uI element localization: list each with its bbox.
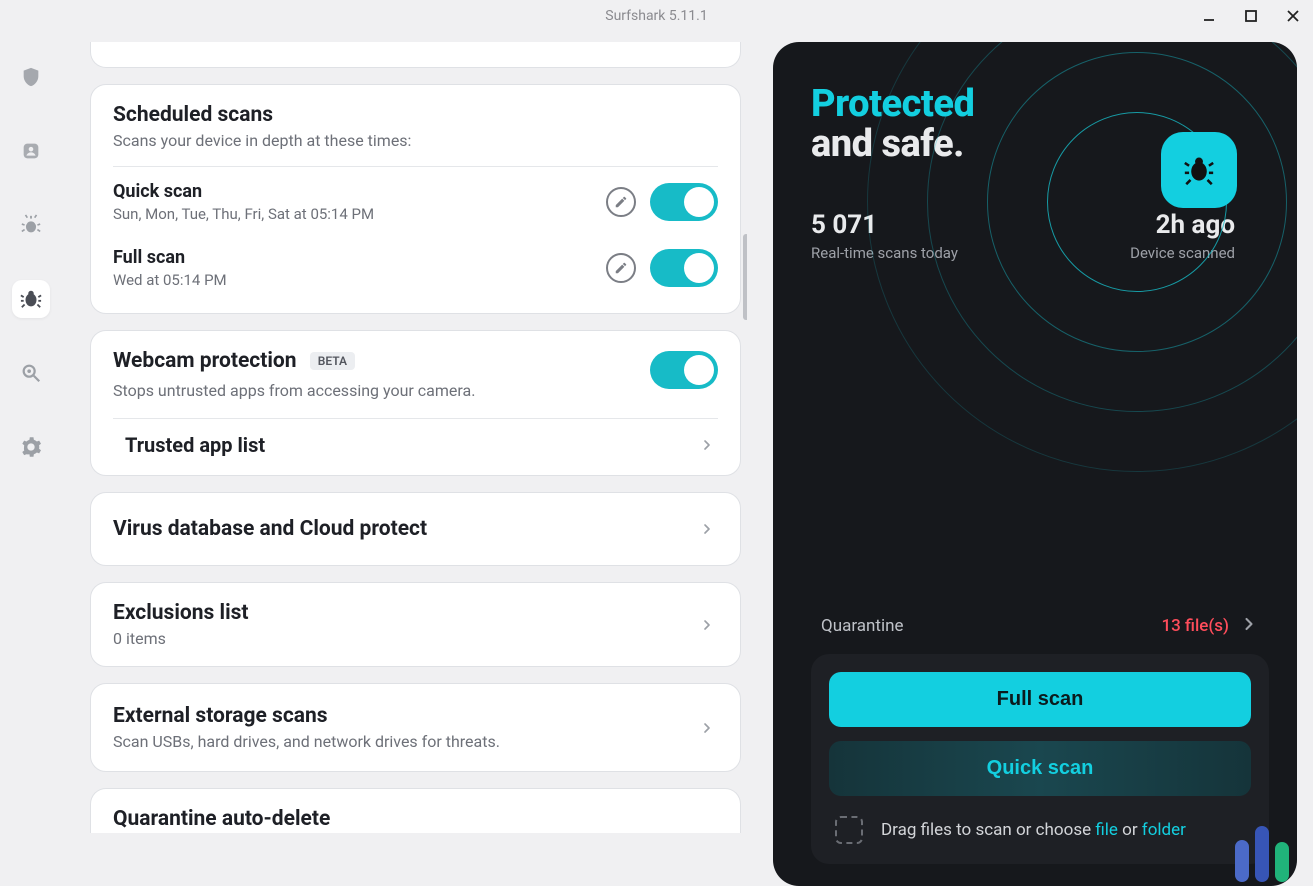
edit-quick-scan-button[interactable] <box>606 187 636 217</box>
quarantine-auto-delete-title: Quarantine auto-delete <box>113 807 330 831</box>
external-subtitle: Scan USBs, hard drives, and network driv… <box>113 732 500 751</box>
stat-scans-today: 5 071 Real-time scans today <box>811 210 958 262</box>
scans-today-value: 5 071 <box>811 210 958 240</box>
chevron-right-icon <box>1239 614 1259 638</box>
row-quick-scan: Quick scan Sun, Mon, Tue, Thu, Fri, Sat … <box>113 167 718 225</box>
chevron-right-icon <box>696 434 718 456</box>
trusted-app-label: Trusted app list <box>125 433 265 457</box>
scans-today-label: Real-time scans today <box>811 244 958 262</box>
full-scan-title: Full scan <box>113 247 592 268</box>
full-scan-toggle[interactable] <box>650 249 718 287</box>
pencil-icon <box>614 195 628 209</box>
card-external-storage[interactable]: External storage scans Scan USBs, hard d… <box>90 683 741 772</box>
full-scan-button[interactable]: Full scan <box>829 672 1251 727</box>
card-virus-database[interactable]: Virus database and Cloud protect <box>90 492 741 566</box>
choose-folder-link[interactable]: folder <box>1142 820 1186 840</box>
card-quarantine-auto-delete[interactable]: Quarantine auto-delete <box>90 788 741 833</box>
minimize-button[interactable] <box>1195 2 1223 30</box>
stats-row: 5 071 Real-time scans today 2h ago Devic… <box>811 210 1269 262</box>
webcam-toggle[interactable] <box>650 351 718 389</box>
quick-scan-schedule: Sun, Mon, Tue, Thu, Fri, Sat at 05:14 PM <box>113 205 592 223</box>
decorative-bars <box>1235 826 1289 882</box>
last-scan-label: Device scanned <box>1130 244 1235 262</box>
chevron-right-icon <box>696 717 718 739</box>
pencil-icon <box>614 261 628 275</box>
settings-column: Scheduled scans Scans your device in dep… <box>72 42 747 886</box>
shield-icon <box>20 66 42 88</box>
choose-file-link[interactable]: file <box>1095 820 1118 840</box>
scheduled-title: Scheduled scans <box>113 103 718 127</box>
chevron-right-icon <box>696 614 718 636</box>
stat-last-scan: 2h ago Device scanned <box>1130 210 1235 262</box>
alert-bug-icon <box>20 214 42 236</box>
sidebar-item-identity[interactable] <box>12 132 50 170</box>
quick-scan-toggle[interactable] <box>650 183 718 221</box>
bug-icon <box>1182 153 1216 187</box>
quarantine-label: Quarantine <box>821 616 903 636</box>
sidebar-item-alert[interactable] <box>12 206 50 244</box>
quick-scan-title: Quick scan <box>113 181 592 202</box>
status-bug-badge <box>1161 132 1237 208</box>
gear-icon <box>20 436 42 458</box>
scrollbar-thumb[interactable] <box>743 234 747 320</box>
scheduled-subtitle: Scans your device in depth at these time… <box>113 131 718 150</box>
edit-full-scan-button[interactable] <box>606 253 636 283</box>
user-icon <box>20 140 42 162</box>
exclusions-title: Exclusions list <box>113 601 249 625</box>
webcam-title: Webcam protection BETA <box>113 349 650 373</box>
webcam-header: Webcam protection BETA Stops untrusted a… <box>113 349 718 400</box>
sidebar <box>0 32 62 886</box>
full-scan-schedule: Wed at 05:14 PM <box>113 271 592 289</box>
search-icon <box>20 362 42 384</box>
titlebar: Surfshark 5.11.1 <box>0 0 1313 32</box>
drop-box-icon <box>835 816 863 844</box>
beta-badge: BETA <box>310 352 355 370</box>
card-webcam-protection: Webcam protection BETA Stops untrusted a… <box>90 330 741 476</box>
status-hero-line1: Protected <box>811 82 1269 126</box>
drop-zone[interactable]: Drag files to scan or choose file or fol… <box>829 810 1251 844</box>
card-exclusions[interactable]: Exclusions list 0 items <box>90 582 741 667</box>
card-partial-top <box>90 42 741 68</box>
quick-scan-button[interactable]: Quick scan <box>829 741 1251 796</box>
window-title: Surfshark 5.11.1 <box>605 8 707 24</box>
window-controls <box>1195 0 1307 32</box>
quarantine-count: 13 file(s) <box>1161 616 1229 636</box>
sidebar-item-antivirus[interactable] <box>12 280 50 318</box>
virus-db-title: Virus database and Cloud protect <box>113 517 427 541</box>
external-title: External storage scans <box>113 704 500 728</box>
maximize-button[interactable] <box>1237 2 1265 30</box>
quarantine-row[interactable]: Quarantine 13 file(s) <box>811 610 1269 654</box>
bug-icon <box>20 288 42 310</box>
chevron-right-icon <box>696 518 718 540</box>
sidebar-item-search[interactable] <box>12 354 50 392</box>
scan-actions: Full scan Quick scan Drag files to scan … <box>811 654 1269 864</box>
webcam-subtitle: Stops untrusted apps from accessing your… <box>113 381 650 400</box>
row-full-scan: Full scan Wed at 05:14 PM <box>113 225 718 295</box>
sidebar-item-vpn[interactable] <box>12 58 50 96</box>
drop-text: Drag files to scan or choose file or fol… <box>881 820 1186 840</box>
close-button[interactable] <box>1279 2 1307 30</box>
last-scan-value: 2h ago <box>1156 210 1235 240</box>
exclusions-count: 0 items <box>113 629 249 648</box>
status-panel: Protected and safe. 5 071 Real-time scan… <box>773 42 1297 886</box>
sidebar-item-settings[interactable] <box>12 428 50 466</box>
trusted-app-list-row[interactable]: Trusted app list <box>113 418 718 457</box>
card-scheduled-scans: Scheduled scans Scans your device in dep… <box>90 84 741 314</box>
